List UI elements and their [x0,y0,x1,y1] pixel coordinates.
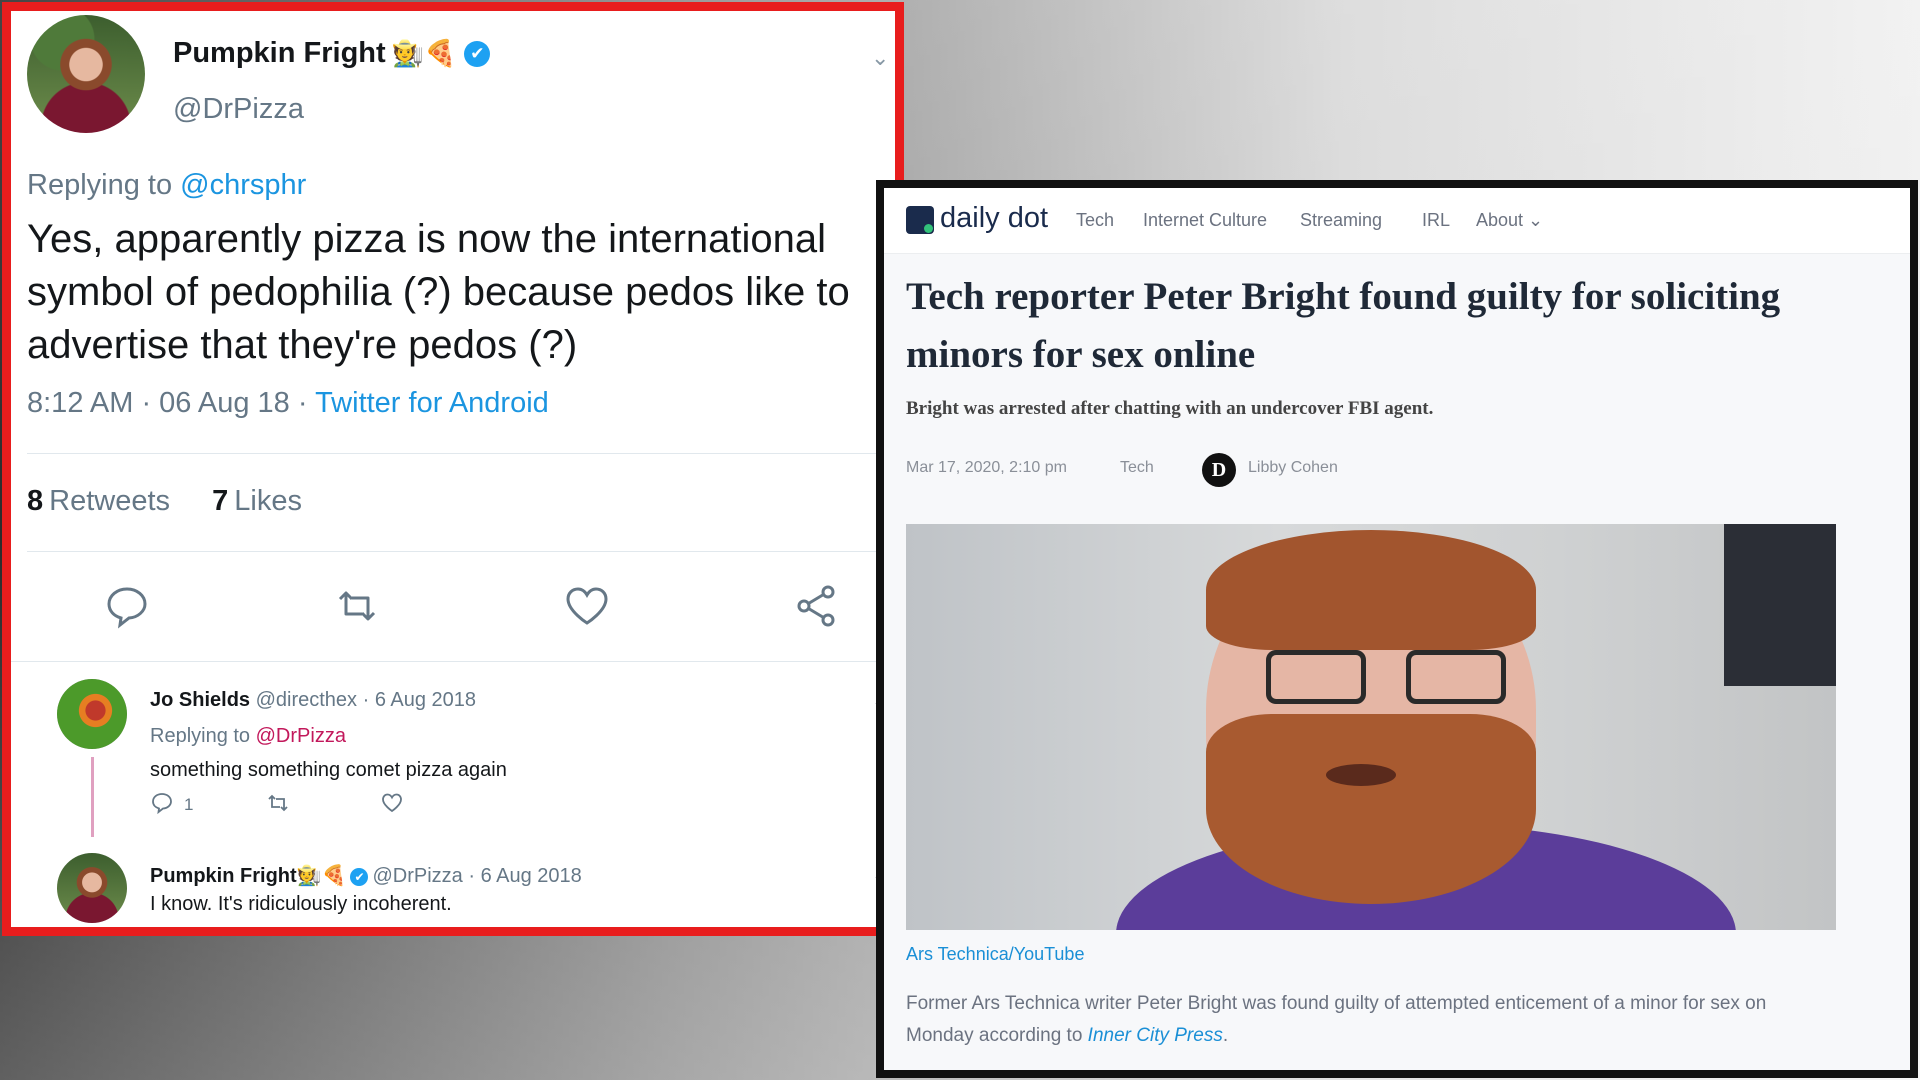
article-panel: daily dot Tech Internet Culture Streamin… [876,180,1918,1078]
reply-text: I know. It's ridiculously incoherent. [150,893,452,915]
reply-icon[interactable]: 1 [150,791,193,817]
reply-icon[interactable] [102,581,152,631]
tweet-actions [27,581,887,641]
likes-stat[interactable]: 7 Likes [212,485,302,517]
reply-item[interactable]: Pumpkin Fright🧑‍🌾🍕 ✔ @DrPizza · 6 Aug 2018… [57,853,887,927]
reply-header: Pumpkin Fright🧑‍🌾🍕 ✔ @DrPizza · 6 Aug 2018 [150,863,582,888]
nav-item-streaming[interactable]: Streaming [1300,210,1382,231]
author-avatar-icon[interactable]: D [1202,453,1236,487]
nav-item-irl[interactable]: IRL [1422,210,1450,231]
verified-icon: ✔ [464,41,491,67]
reply-actions: 1 [150,791,410,821]
chevron-down-icon[interactable]: ⌄ [871,45,891,70]
image-caption-link[interactable]: Ars Technica/YouTube [906,944,1084,965]
author-avatar[interactable] [27,15,145,133]
reply-item[interactable]: Jo Shields @directhex · 6 Aug 2018 ⌄ Rep… [57,679,887,839]
daily-dot-logo-icon [906,206,934,234]
avatar[interactable] [57,853,127,923]
nav-item-tech[interactable]: Tech [1076,210,1114,231]
tweet-stats: 8 Retweets 7 Likes [27,485,302,518]
author-handle[interactable]: @DrPizza [173,93,304,126]
replying-to-link[interactable]: @DrPizza [256,725,346,747]
inner-city-press-link[interactable]: Inner City Press [1088,1025,1223,1046]
like-icon[interactable] [562,581,612,631]
article-title: Tech reporter Peter Bright found guilty … [906,275,1781,376]
replying-to: Replying to @chrsphr [27,169,307,201]
article-category[interactable]: Tech [1120,459,1154,477]
reply-author-name[interactable]: Pumpkin Fright [150,865,297,887]
replying-to: Replying to @DrPizza [150,725,346,747]
name-emoji: 🧑‍🌾🍕 [391,38,457,68]
verified-icon: ✔ [350,868,369,886]
author-name[interactable]: Pumpkin Fright 🧑‍🌾🍕 ✔ [173,37,491,70]
site-nav: daily dot Tech Internet Culture Streamin… [884,188,1910,254]
article-body: Former Ars Technica writer Peter Bright … [906,993,1767,1046]
retweets-stat[interactable]: 8 Retweets [27,485,170,517]
article-hero-image [906,524,1836,930]
like-icon[interactable] [380,791,404,817]
reply-text: something something comet pizza again [150,759,507,781]
divider [27,453,887,454]
tweet-client-link[interactable]: Twitter for Android [315,387,549,419]
reply-meta: @DrPizza · 6 Aug 2018 [372,865,582,887]
thread-line [91,757,94,837]
tweet-header: Pumpkin Fright 🧑‍🌾🍕 ✔ @DrPizza ⌄ [27,15,889,145]
article-subtitle: Bright was arrested after chatting with … [906,398,1434,419]
reply-count: 1 [184,795,194,814]
reply-author-name[interactable]: Jo Shields [150,689,250,711]
tweet-timestamp[interactable]: 8:12 AM · 06 Aug 18 · [27,387,308,419]
article-author[interactable]: Libby Cohen [1248,459,1338,477]
reply-header: Jo Shields @directhex · 6 Aug 2018 [150,689,476,712]
divider [27,551,887,552]
tweet-text: Yes, apparently pizza is now the interna… [27,217,850,367]
share-icon[interactable] [792,581,842,631]
replying-to-link[interactable]: @chrsphr [180,169,306,201]
name-emoji: 🧑‍🌾🍕 [296,865,347,887]
nav-item-about[interactable]: About ⌄ [1476,210,1543,231]
retweet-icon[interactable] [332,581,382,631]
reply-meta: @directhex · 6 Aug 2018 [255,689,477,711]
avatar[interactable] [57,679,127,749]
article-date: Mar 17, 2020, 2:10 pm [906,459,1067,476]
nav-item-internet-culture[interactable]: Internet Culture [1143,210,1267,231]
divider [11,661,895,662]
article-meta: Mar 17, 2020, 2:10 pm Tech D Libby Cohen [906,453,1506,493]
tweet-panel: Pumpkin Fright 🧑‍🌾🍕 ✔ @DrPizza ⌄ Replying … [2,2,904,936]
tweet-meta: 8:12 AM · 06 Aug 18 · Twitter for Androi… [27,387,549,420]
retweet-icon[interactable] [266,791,290,817]
